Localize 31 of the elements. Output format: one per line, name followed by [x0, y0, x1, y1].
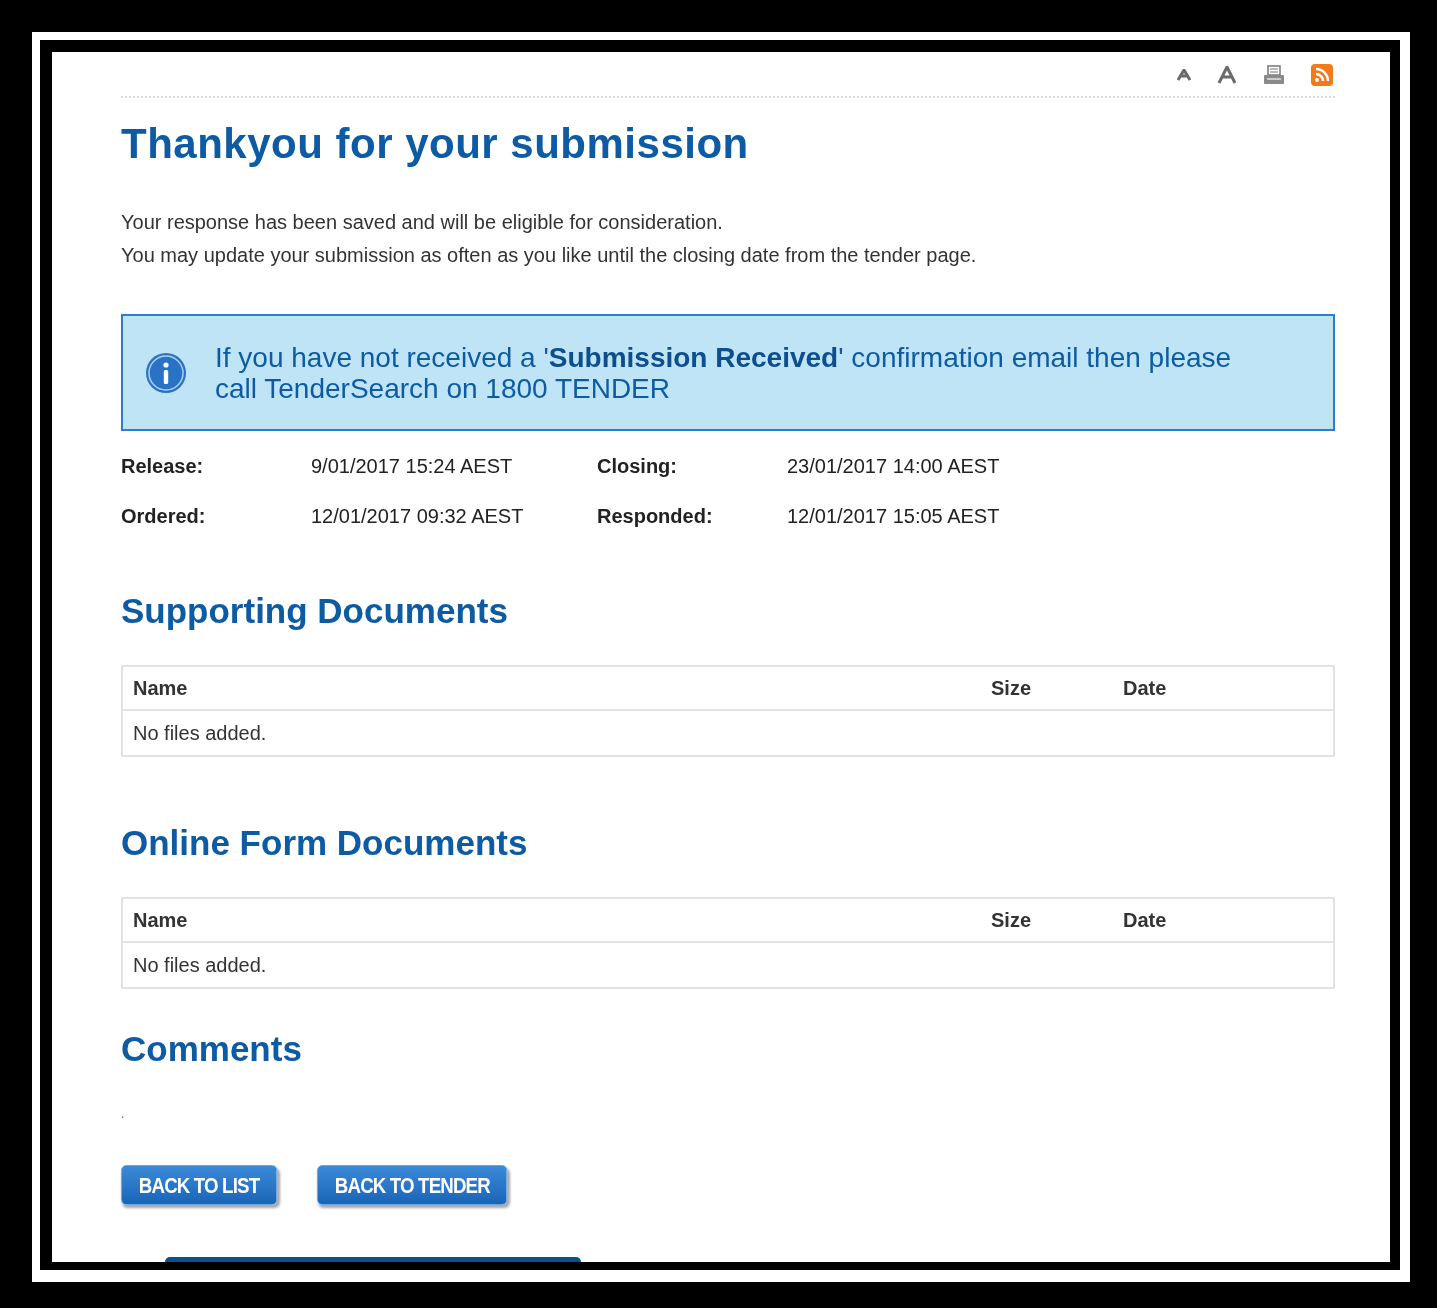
rss-icon[interactable]: [1311, 64, 1333, 86]
detail-value: 9/01/2017 15:24 AEST: [311, 454, 514, 479]
detail-value: 12/01/2017 09:32 AEST: [311, 504, 525, 529]
empty-message: No files added.: [133, 953, 267, 978]
nav-button[interactable]: BACK TO LIST: [121, 1165, 278, 1205]
printer-icon[interactable]: [1263, 65, 1285, 85]
comment-text: .: [121, 1107, 126, 1121]
detail-label: Closing:: [597, 454, 678, 479]
intro-text: Your response has been saved and will be eligible for consideration.: [121, 210, 724, 235]
section-heading: Supporting Documents: [121, 590, 509, 632]
column-header: Name: [133, 908, 189, 933]
column-header: Date: [1123, 676, 1168, 701]
font-large-icon[interactable]: [1217, 66, 1237, 84]
page-title: Thankyou for your submission: [121, 119, 750, 169]
section-heading: Online Form Documents: [121, 822, 529, 864]
info-icon: [145, 351, 187, 394]
nav-button[interactable]: BACK TO TENDER: [316, 1165, 508, 1205]
column-header: Name: [133, 676, 189, 701]
intro-text: You may update your submission as often as you like until the closing date from the tender page.: [121, 243, 978, 268]
detail-value: 23/01/2017 14:00 AEST: [787, 454, 1001, 479]
detail-label: Release:: [121, 454, 205, 479]
detail-label: Responded:: [597, 504, 714, 529]
empty-message: No files added.: [133, 721, 267, 746]
font-small-icon[interactable]: [1177, 69, 1191, 81]
detail-value: 12/01/2017 15:05 AEST: [787, 504, 1001, 529]
detail-label: Ordered:: [121, 504, 207, 529]
section-heading: Comments: [121, 1028, 303, 1070]
notice-text: If you have not received a 'Submission Received' confirmation email then please call TenderSearch on 1800 TENDER: [215, 341, 1233, 404]
column-header: Date: [1123, 908, 1168, 933]
column-header: Size: [991, 908, 1033, 933]
column-header: Size: [991, 676, 1033, 701]
